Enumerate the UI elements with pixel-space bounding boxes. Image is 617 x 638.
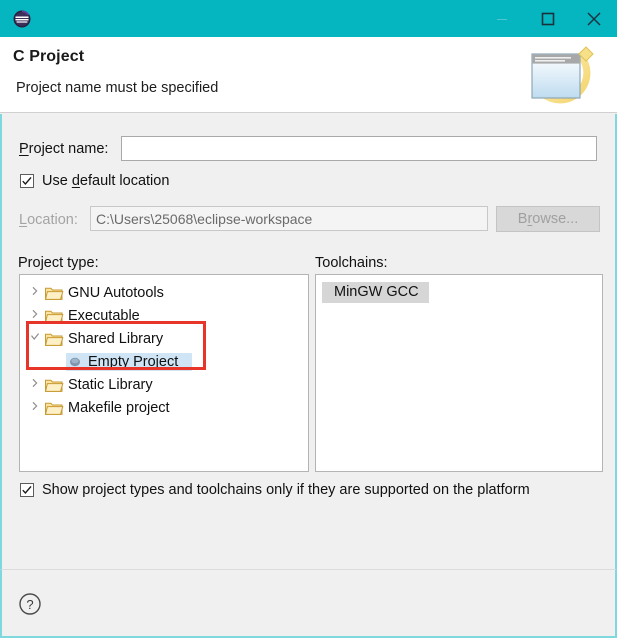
help-icon[interactable]: ? — [18, 592, 42, 616]
checkbox-checked-icon — [20, 174, 34, 188]
chevron-right-icon[interactable] — [26, 286, 44, 299]
title-bar — [0, 0, 617, 37]
use-default-location-checkbox[interactable]: Use default location Use default locatio… — [20, 173, 169, 189]
tree-item-content: Executable — [44, 308, 140, 324]
tree-item-content: Shared Library — [44, 331, 163, 347]
location-input[interactable] — [90, 206, 488, 231]
tree-item-label: Makefile project — [68, 399, 170, 416]
page-message: Project name must be specified — [16, 80, 219, 96]
tree-item-executable[interactable]: Executable — [20, 304, 308, 327]
checkbox-checked-icon — [20, 483, 34, 497]
show-supported-checkbox[interactable]: Show project types and toolchains only i… — [20, 482, 530, 498]
folder-icon — [44, 400, 64, 416]
folder-icon — [44, 308, 64, 324]
chevron-right-icon[interactable] — [26, 378, 44, 391]
project-name-label: PProject name:roject name: — [19, 141, 109, 157]
tree-item-content: GNU Autotools — [44, 285, 164, 301]
tree-item-makefile-project[interactable]: Makefile project — [20, 396, 308, 419]
project-name-input[interactable] — [121, 136, 597, 161]
toolchains-label: Toolchains: — [315, 255, 388, 271]
folder-icon — [44, 331, 64, 347]
folder-icon — [44, 377, 64, 393]
folder-icon — [44, 285, 64, 301]
tree-item-empty-project[interactable]: Empty Project — [20, 350, 308, 373]
project-type-label: Project type: — [18, 255, 99, 271]
tree-item-content: Makefile project — [44, 400, 170, 416]
project-type-tree[interactable]: GNU Autotools Executable Shared Library Emp… — [19, 274, 309, 472]
tree-item-label: Executable — [68, 307, 140, 324]
close-icon[interactable] — [571, 0, 617, 37]
eclipse-logo-icon — [12, 9, 32, 29]
tree-item-label: Static Library — [68, 376, 153, 393]
new-project-wizard-icon — [523, 43, 605, 109]
project-bullet-icon — [68, 355, 82, 369]
chevron-right-icon[interactable] — [26, 401, 44, 414]
minimize-icon[interactable] — [479, 0, 525, 37]
wizard-body: PProject name:roject name: Use default l… — [0, 114, 617, 569]
tree-item-label: Shared Library — [68, 330, 164, 347]
maximize-icon[interactable] — [525, 0, 571, 37]
tree-item-label: Empty Project — [88, 353, 179, 370]
svg-text:?: ? — [26, 597, 33, 612]
wizard-header: C Project Project name must be specified — [0, 37, 617, 113]
chevron-right-icon[interactable] — [26, 309, 44, 322]
show-supported-label: Show project types and toolchains only i… — [42, 482, 530, 498]
tree-item-content: Empty Project — [66, 352, 193, 371]
tree-item-label: GNU Autotools — [68, 284, 164, 301]
tree-item-shared-library[interactable]: Shared Library — [20, 327, 308, 350]
tree-item-static-library[interactable]: Static Library — [20, 373, 308, 396]
chevron-down-icon[interactable] — [26, 332, 44, 345]
c-project-wizard-dialog: C Project Project name must be specified — [0, 0, 617, 638]
toolchain-item[interactable]: MinGW GCC — [322, 282, 602, 303]
browse-button[interactable]: Browse... Browse... — [496, 206, 600, 232]
toolchain-item-label: MinGW GCC — [322, 282, 429, 303]
tree-item-content: Static Library — [44, 377, 153, 393]
window-controls — [479, 0, 617, 37]
location-label: Location: Location: — [19, 212, 78, 228]
wizard-footer: ? < BackNext >FinishCancel — [0, 569, 617, 638]
page-title: C Project — [13, 48, 85, 65]
tree-item-gnu-autotools[interactable]: GNU Autotools — [20, 281, 308, 304]
toolchains-list[interactable]: MinGW GCC — [315, 274, 603, 472]
